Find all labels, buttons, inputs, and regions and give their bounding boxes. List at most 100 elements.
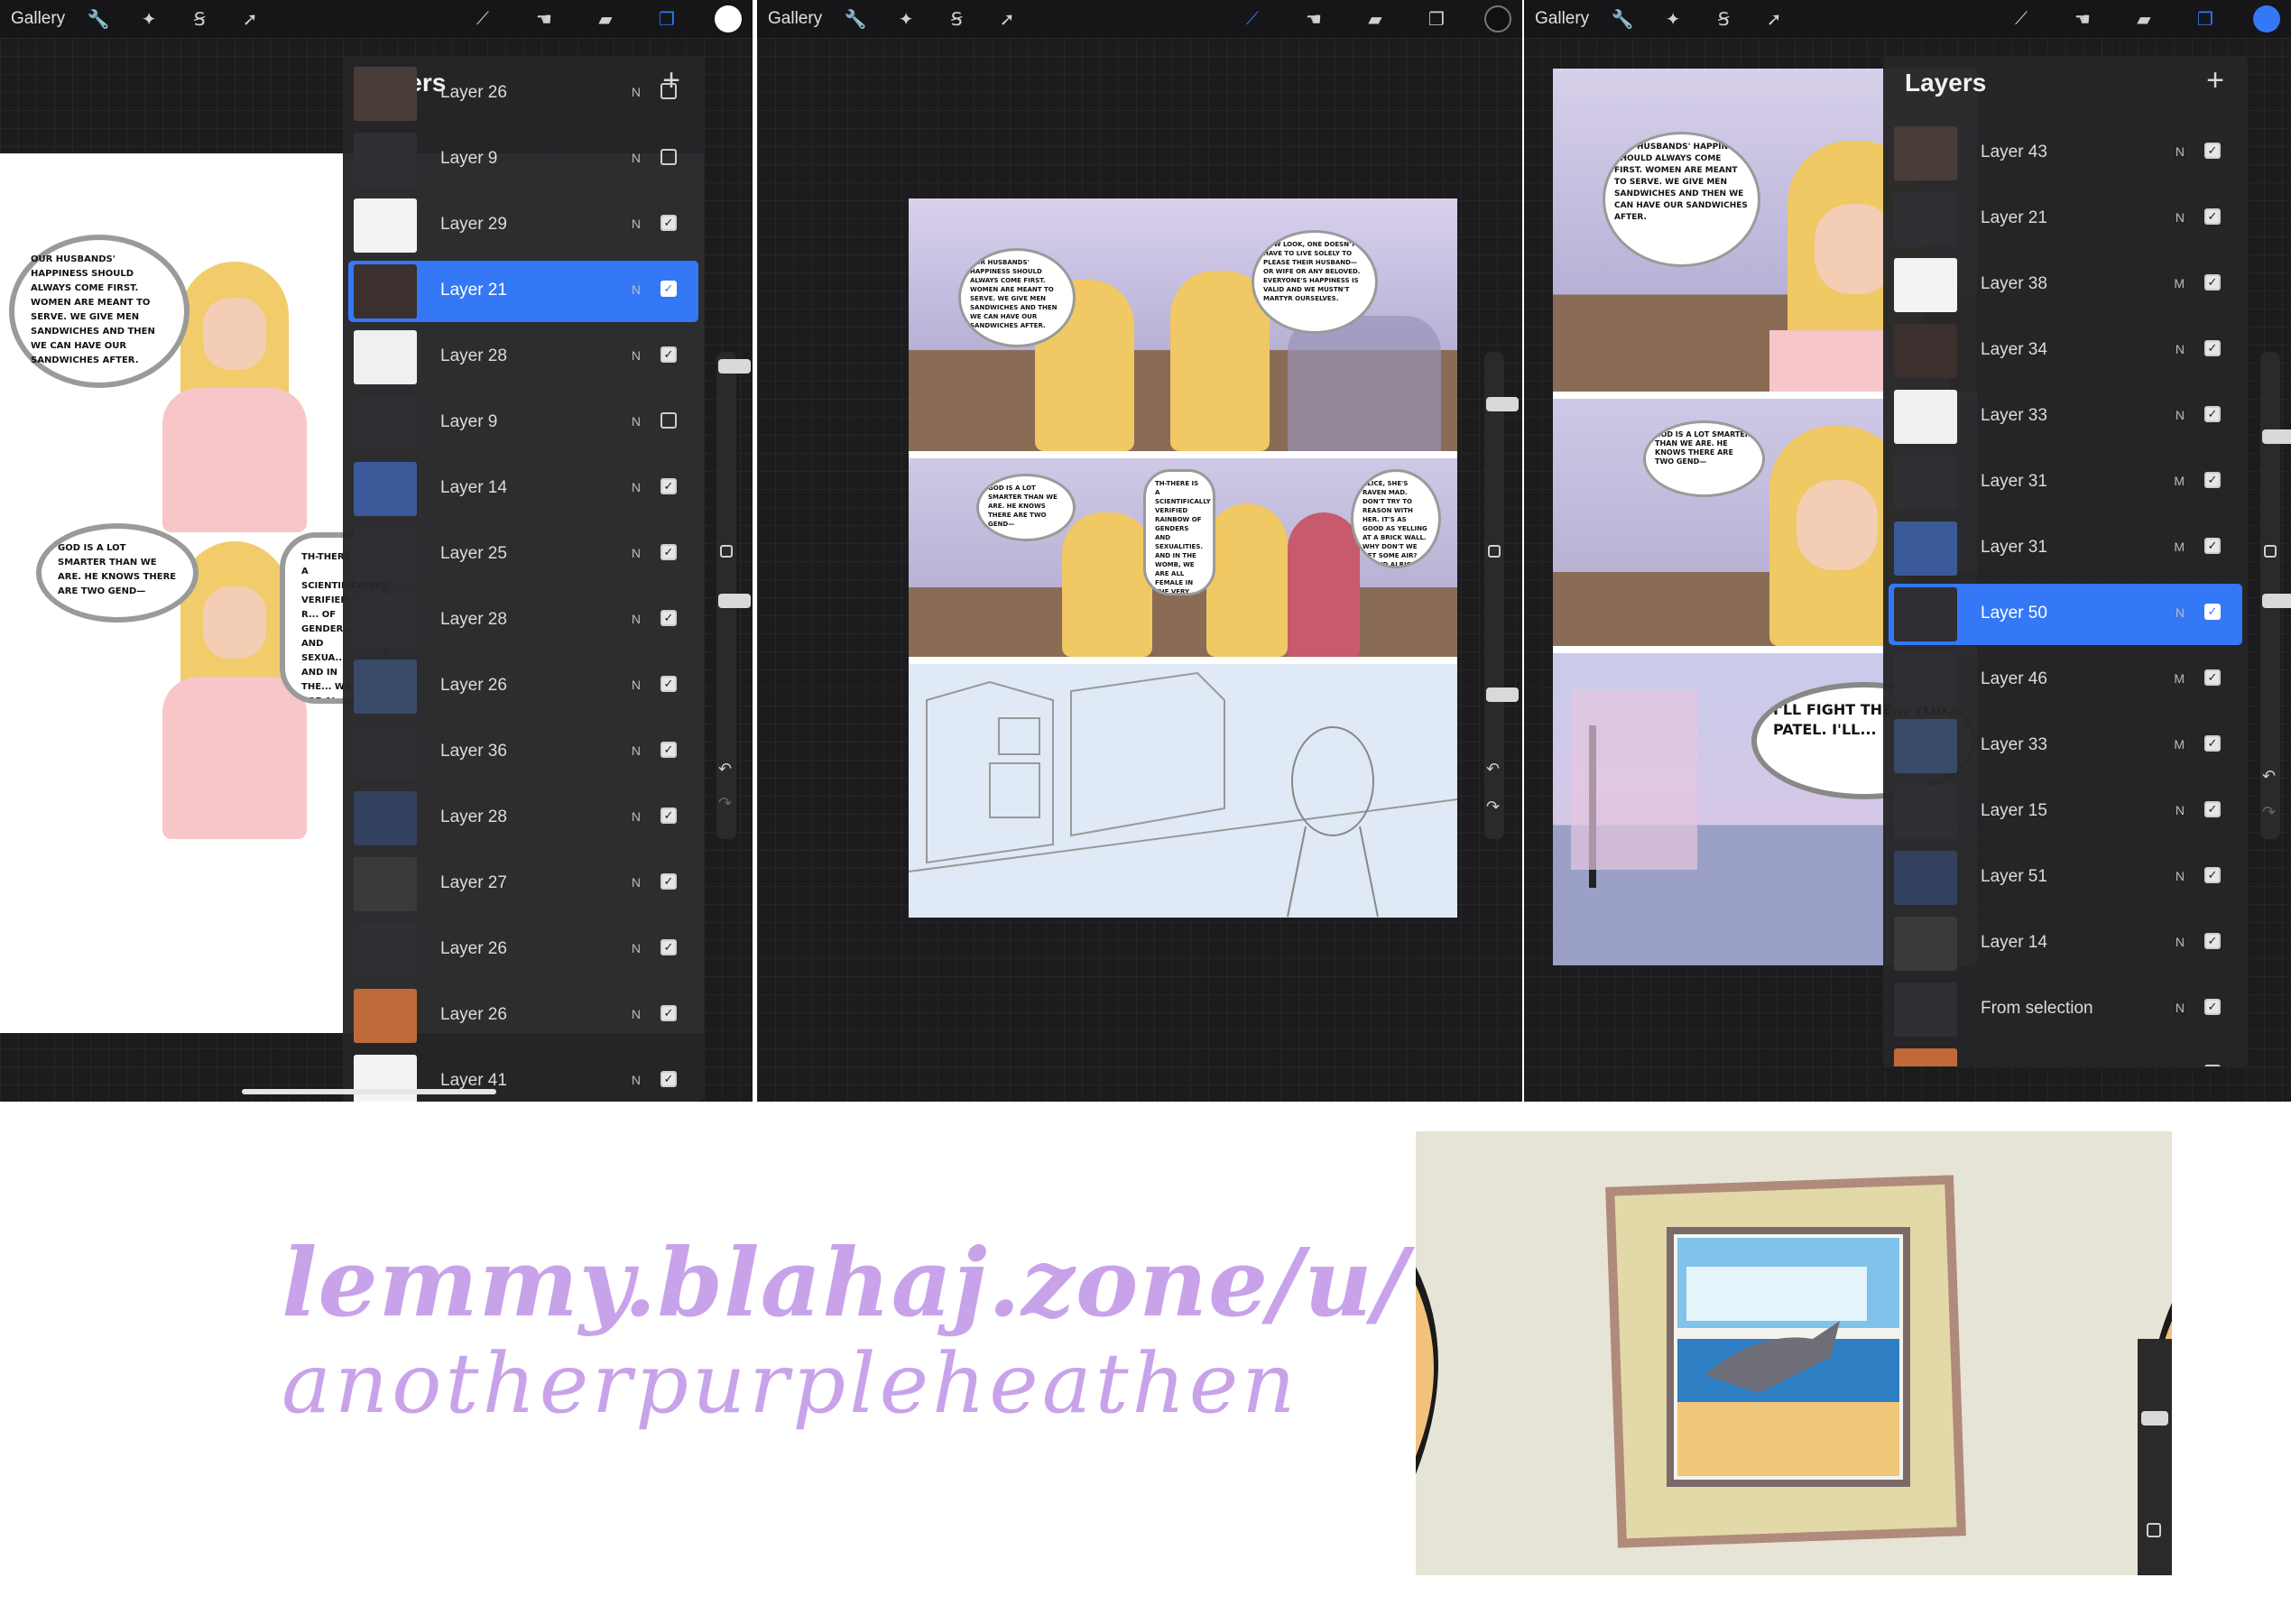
layer-thumbnail[interactable] bbox=[1894, 258, 1957, 312]
brush-size-slider[interactable] bbox=[1486, 397, 1519, 411]
blend-mode-button[interactable]: N bbox=[632, 875, 641, 890]
undo-icon[interactable]: ↶ bbox=[718, 760, 732, 779]
gallery-button[interactable]: Gallery bbox=[768, 9, 822, 29]
undo-icon[interactable]: ↶ bbox=[2262, 767, 2276, 786]
layers-icon[interactable]: ❐ bbox=[1423, 5, 1450, 32]
opacity-slider[interactable] bbox=[718, 594, 751, 608]
transform-arrow-icon[interactable]: ➚ bbox=[993, 5, 1021, 32]
layer-row[interactable]: Layer 38 M ✓ bbox=[1889, 254, 2242, 316]
layer-row[interactable]: Layer 46 M ✓ bbox=[1889, 650, 2242, 711]
wrench-icon[interactable]: 🔧 bbox=[1609, 5, 1636, 32]
blend-mode-button[interactable]: N bbox=[2176, 935, 2185, 949]
blend-mode-button[interactable]: N bbox=[632, 1073, 641, 1087]
selection-icon[interactable]: Ꞩ bbox=[1710, 5, 1737, 32]
blend-mode-button[interactable]: N bbox=[632, 151, 641, 165]
blend-mode-button[interactable]: M bbox=[2174, 671, 2185, 686]
magic-wand-icon[interactable]: ✦ bbox=[892, 5, 919, 32]
blend-mode-button[interactable]: N bbox=[632, 348, 641, 363]
layer-thumbnail[interactable] bbox=[354, 1055, 417, 1102]
layers-icon[interactable]: ❐ bbox=[2192, 5, 2219, 32]
layer-row[interactable]: Layer 31 M ✓ bbox=[1889, 452, 2242, 513]
blend-mode-button[interactable]: N bbox=[2176, 1001, 2185, 1015]
layer-thumbnail[interactable] bbox=[1894, 192, 1957, 246]
layer-thumbnail[interactable] bbox=[1894, 456, 1957, 510]
brush-size-slider[interactable] bbox=[2141, 1411, 2168, 1426]
visibility-checkbox[interactable] bbox=[661, 149, 677, 165]
modify-button[interactable] bbox=[1488, 545, 1501, 558]
layer-thumbnail[interactable] bbox=[1894, 324, 1957, 378]
blend-mode-button[interactable]: M bbox=[2174, 737, 2185, 752]
visibility-checkbox[interactable]: ✓ bbox=[2204, 143, 2221, 159]
redo-icon[interactable]: ↷ bbox=[718, 794, 732, 813]
layer-row[interactable]: Layer 29 N ✓ bbox=[348, 195, 698, 256]
layer-thumbnail[interactable] bbox=[354, 791, 417, 845]
visibility-checkbox[interactable]: ✓ bbox=[661, 478, 677, 494]
blend-mode-button[interactable]: N bbox=[632, 480, 641, 494]
layer-thumbnail[interactable] bbox=[354, 528, 417, 582]
layer-row[interactable]: Layer 31 M ✓ bbox=[1889, 518, 2242, 579]
blend-mode-button[interactable]: N bbox=[632, 809, 641, 824]
brush-icon[interactable]: ⟋ bbox=[469, 5, 496, 32]
layer-row[interactable]: Layer 43 N ✓ bbox=[1889, 123, 2242, 184]
blend-mode-button[interactable]: N bbox=[632, 546, 641, 560]
color-swatch[interactable] bbox=[2253, 5, 2280, 32]
layer-thumbnail[interactable] bbox=[1894, 587, 1957, 641]
layer-row[interactable]: Layer 15 N ✓ bbox=[1889, 781, 2242, 843]
layer-row[interactable]: Layer 40N✓ bbox=[1889, 1045, 2242, 1066]
layer-thumbnail[interactable] bbox=[354, 989, 417, 1043]
visibility-checkbox[interactable]: ✓ bbox=[2204, 538, 2221, 554]
visibility-checkbox[interactable]: ✓ bbox=[2204, 274, 2221, 291]
undo-icon[interactable]: ↶ bbox=[1486, 760, 1500, 779]
layer-thumbnail[interactable] bbox=[354, 330, 417, 384]
layer-row[interactable]: Layer 26 N ✓ bbox=[348, 985, 698, 1047]
layer-row[interactable]: Layer 28 N ✓ bbox=[348, 788, 698, 849]
layer-thumbnail[interactable] bbox=[1894, 785, 1957, 839]
layer-thumbnail[interactable] bbox=[1894, 126, 1957, 180]
wrench-icon[interactable]: 🔧 bbox=[842, 5, 869, 32]
brush-size-slider[interactable] bbox=[2262, 429, 2291, 444]
layer-row[interactable]: Layer 26 N bbox=[348, 63, 698, 125]
blend-mode-button[interactable]: N bbox=[632, 941, 641, 955]
smudge-icon[interactable]: ☚ bbox=[531, 5, 558, 32]
blend-mode-button[interactable]: N bbox=[632, 612, 641, 626]
layer-row[interactable]: Layer 50 N ✓ bbox=[1889, 584, 2242, 645]
layer-row[interactable]: Layer 28 N ✓ bbox=[348, 327, 698, 388]
eraser-icon[interactable]: ▰ bbox=[2130, 5, 2157, 32]
visibility-checkbox[interactable]: ✓ bbox=[2204, 1065, 2221, 1066]
layer-thumbnail[interactable] bbox=[1894, 521, 1957, 576]
blend-mode-button[interactable]: N bbox=[632, 414, 641, 429]
layer-thumbnail[interactable] bbox=[1894, 719, 1957, 773]
smudge-icon[interactable]: ☚ bbox=[1300, 5, 1327, 32]
visibility-checkbox[interactable]: ✓ bbox=[2204, 208, 2221, 225]
blend-mode-button[interactable]: N bbox=[632, 743, 641, 758]
brush-size-slider[interactable] bbox=[718, 359, 751, 374]
layer-thumbnail[interactable] bbox=[354, 264, 417, 318]
visibility-checkbox[interactable]: ✓ bbox=[661, 215, 677, 231]
visibility-checkbox[interactable]: ✓ bbox=[2204, 801, 2221, 817]
smudge-icon[interactable]: ☚ bbox=[2069, 5, 2096, 32]
layer-row[interactable]: Layer 21 N ✓ bbox=[348, 261, 698, 322]
layer-row[interactable]: Layer 14 N ✓ bbox=[1889, 913, 2242, 974]
wrench-icon[interactable]: 🔧 bbox=[85, 5, 112, 32]
layer-row[interactable]: Layer 26 N ✓ bbox=[348, 656, 698, 717]
blend-mode-button[interactable]: N bbox=[2176, 869, 2185, 883]
visibility-checkbox[interactable]: ✓ bbox=[2204, 340, 2221, 356]
visibility-checkbox[interactable]: ✓ bbox=[661, 281, 677, 297]
selection-icon[interactable]: Ꞩ bbox=[943, 5, 970, 32]
layer-row[interactable]: Layer 33 M ✓ bbox=[1889, 715, 2242, 777]
blend-mode-button[interactable]: M bbox=[2174, 474, 2185, 488]
blend-mode-button[interactable]: N bbox=[632, 678, 641, 692]
layer-row[interactable]: Layer 21 N ✓ bbox=[1889, 189, 2242, 250]
layer-thumbnail[interactable] bbox=[1894, 851, 1957, 905]
layer-thumbnail[interactable] bbox=[354, 660, 417, 714]
blend-mode-button[interactable]: N bbox=[632, 282, 641, 297]
layers-icon[interactable]: ❐ bbox=[653, 5, 680, 32]
opacity-slider[interactable] bbox=[2262, 594, 2291, 608]
layer-row[interactable]: From selection N ✓ bbox=[1889, 979, 2242, 1040]
blend-mode-button[interactable]: M bbox=[2174, 540, 2185, 554]
layer-thumbnail[interactable] bbox=[1894, 653, 1957, 707]
blend-mode-button[interactable]: N bbox=[2176, 605, 2185, 620]
gallery-button[interactable]: Gallery bbox=[11, 9, 65, 29]
layer-row[interactable]: Layer 14 N ✓ bbox=[348, 458, 698, 520]
visibility-checkbox[interactable]: ✓ bbox=[661, 1071, 677, 1087]
